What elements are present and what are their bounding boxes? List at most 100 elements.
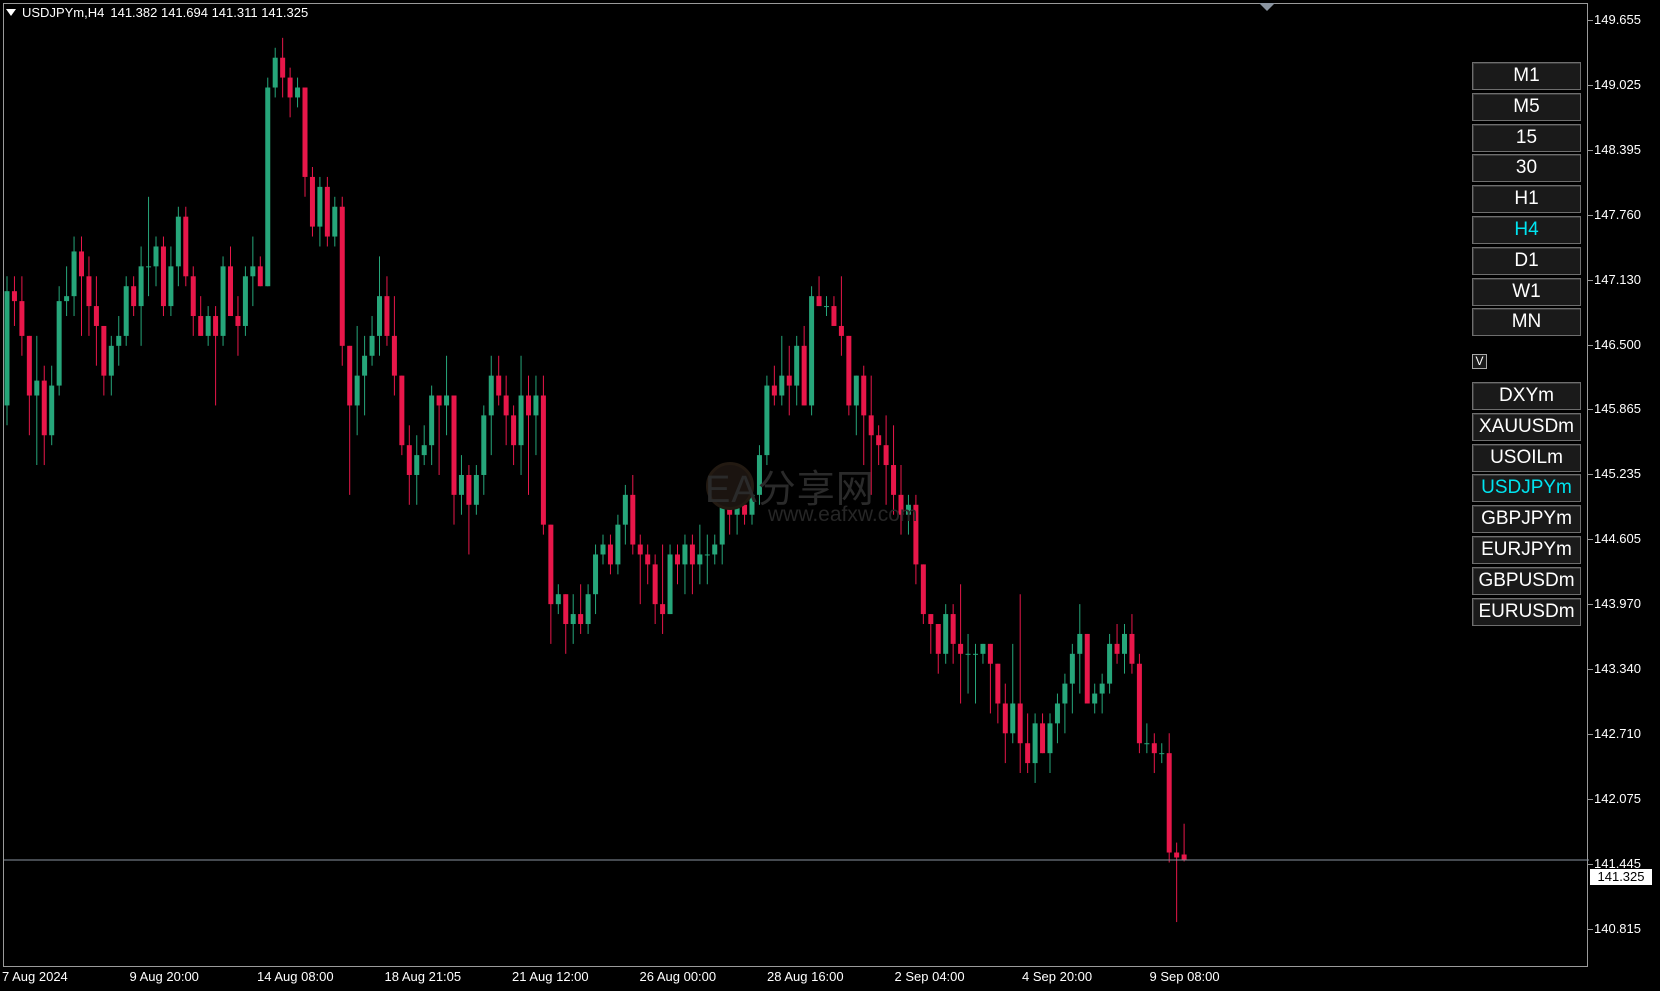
- candle: [980, 643, 986, 664]
- timeframe-button-h1[interactable]: H1: [1472, 185, 1581, 214]
- chart-menu-triangle-icon[interactable]: [6, 9, 16, 16]
- candle-body: [794, 345, 800, 386]
- candle-body: [429, 395, 435, 446]
- timeframe-button-mn[interactable]: MN: [1472, 308, 1581, 337]
- candle-body: [406, 445, 412, 475]
- price-tick-label: 144.605: [1594, 531, 1641, 547]
- candle-body: [958, 643, 964, 654]
- symbol-button-xauusdm[interactable]: XAUUSDm: [1472, 412, 1581, 441]
- price-tick-mark: [1588, 409, 1593, 411]
- candle-body: [309, 176, 315, 227]
- candle: [1107, 633, 1113, 694]
- candle-body: [526, 395, 531, 416]
- candle: [4, 276, 10, 426]
- candle: [168, 246, 174, 317]
- candle-body: [496, 375, 502, 396]
- chart-shift-marker-icon[interactable]: [1259, 3, 1275, 11]
- candle-body: [861, 375, 867, 416]
- candle: [1054, 693, 1060, 744]
- candle-body: [511, 415, 517, 446]
- timeframe-button-15[interactable]: 15: [1472, 123, 1581, 152]
- candle-body: [146, 266, 152, 268]
- candle: [71, 236, 77, 317]
- time-tick-label: 4 Sep 20:00: [1022, 969, 1093, 984]
- price-tick-label: 143.340: [1594, 661, 1641, 676]
- candle-body: [64, 296, 70, 302]
- price-tick-label: 148.395: [1594, 141, 1641, 157]
- panel-toggle-button[interactable]: V: [1472, 354, 1487, 369]
- timeframe-button-m5[interactable]: M5: [1472, 92, 1581, 121]
- candle: [56, 286, 62, 396]
- candle: [622, 484, 628, 545]
- candle-body: [883, 445, 889, 466]
- candle-body: [451, 395, 457, 495]
- candle: [518, 355, 524, 475]
- candle-body: [384, 296, 390, 336]
- candle-body: [131, 286, 137, 307]
- candle-body: [950, 614, 956, 644]
- candle: [995, 663, 1001, 724]
- candle-body: [764, 385, 770, 456]
- candle-body: [436, 395, 442, 406]
- candle-body: [615, 524, 621, 565]
- symbol-button-usdjpym[interactable]: USDJPYm: [1472, 474, 1581, 503]
- price-tick-label: 149.025: [1594, 76, 1641, 92]
- candle: [615, 514, 621, 575]
- candle-body: [280, 57, 286, 78]
- candle-body: [868, 415, 874, 436]
- time-tick-label: 28 Aug 16:00: [767, 969, 844, 984]
- candle-body: [1129, 633, 1135, 664]
- candle-body: [593, 554, 599, 595]
- candle: [1174, 842, 1180, 923]
- candle-body: [175, 216, 181, 267]
- symbol-button-gbpjpym[interactable]: GBPJPYm: [1472, 505, 1581, 534]
- candle-body: [540, 395, 546, 525]
- timeframe-button-30[interactable]: 30: [1472, 154, 1581, 183]
- candle-body: [317, 186, 323, 227]
- time-tick-label: 21 Aug 12:00: [512, 969, 589, 984]
- candle: [1040, 713, 1046, 754]
- candle: [228, 246, 233, 317]
- candle-body: [675, 554, 680, 565]
- candle: [965, 633, 971, 694]
- timeframe-button-m1[interactable]: M1: [1472, 62, 1581, 90]
- candle: [324, 176, 330, 247]
- candle: [1010, 643, 1016, 744]
- candle: [220, 256, 226, 346]
- candle: [146, 196, 152, 297]
- candle: [876, 425, 882, 466]
- timeframe-button-w1[interactable]: W1: [1472, 277, 1581, 306]
- candle: [503, 375, 509, 446]
- candle-body: [93, 306, 99, 326]
- candle-body: [965, 653, 971, 655]
- symbol-button-usoilm[interactable]: USOILm: [1472, 443, 1581, 472]
- candle-body: [600, 544, 606, 555]
- candle: [883, 415, 889, 505]
- candle: [809, 286, 815, 416]
- candle-body: [1084, 633, 1090, 704]
- candle: [585, 584, 591, 634]
- symbol-button-eurusdm[interactable]: EURUSDm: [1472, 597, 1581, 626]
- timeframe-button-d1[interactable]: D1: [1472, 246, 1581, 275]
- candle-body: [1122, 633, 1127, 654]
- symbol-button-gbpusdm[interactable]: GBPUSDm: [1472, 566, 1581, 595]
- candle-body: [1092, 693, 1098, 704]
- candle: [64, 266, 70, 317]
- symbol-button-dxym[interactable]: DXYm: [1472, 382, 1581, 410]
- candle-body: [1040, 723, 1046, 754]
- candle-body: [369, 335, 375, 356]
- price-tick-label: 145.235: [1594, 466, 1641, 482]
- time-tick-label: 26 Aug 00:00: [639, 969, 717, 984]
- candle: [332, 196, 338, 247]
- candle: [801, 325, 807, 406]
- candle: [309, 166, 315, 237]
- symbol-button-eurjpym[interactable]: EURJPYm: [1472, 536, 1581, 564]
- candle-body: [414, 455, 420, 475]
- candle: [511, 405, 517, 466]
- timeframe-button-h4[interactable]: H4: [1472, 216, 1581, 244]
- candle-body: [116, 335, 122, 346]
- candle-body: [265, 87, 271, 287]
- candle: [362, 335, 368, 416]
- candle-body: [891, 465, 897, 495]
- candle: [779, 335, 785, 406]
